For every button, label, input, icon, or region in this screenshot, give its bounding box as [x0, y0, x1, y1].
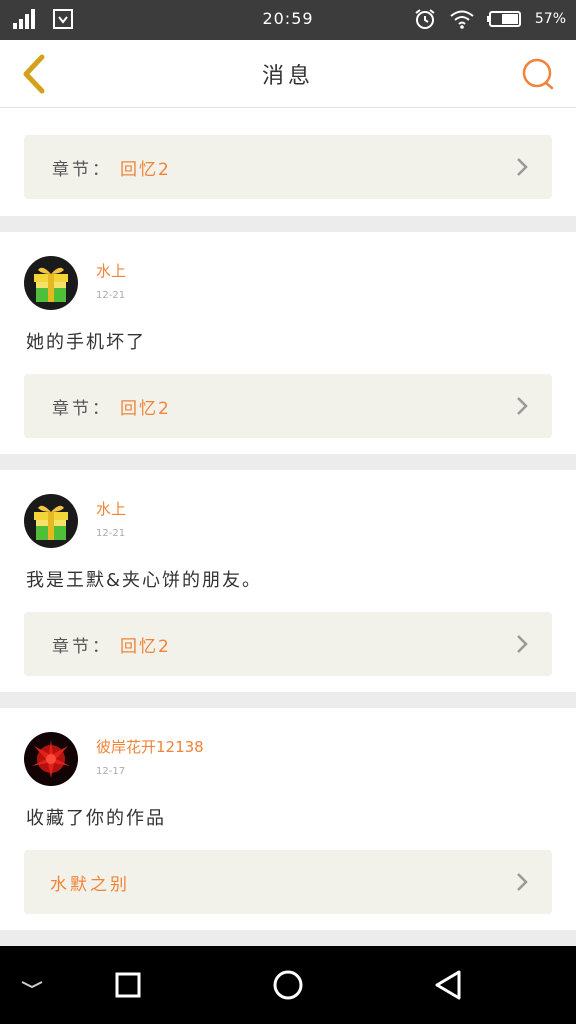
- message-card: 水上 12-21 她的手机坏了 章节： 回忆2: [0, 232, 576, 454]
- message-card: 章节： 回忆2: [0, 108, 576, 216]
- chapter-label: 章节：: [52, 399, 112, 419]
- back-nav-button[interactable]: [428, 965, 468, 1005]
- page-title: 消息: [261, 64, 314, 89]
- triangle-back-icon: [435, 970, 461, 1000]
- wifi-icon: [450, 10, 474, 29]
- chevron-down-icon: [21, 981, 43, 989]
- system-nav-bar: [0, 946, 576, 1024]
- status-right-icons: 57%: [413, 7, 566, 31]
- avatar[interactable]: [24, 732, 78, 786]
- username[interactable]: 水上: [96, 498, 126, 519]
- work-title: 水默之别: [50, 875, 130, 895]
- chapter-name: 回忆2: [120, 160, 171, 180]
- chevron-right-icon: [517, 397, 528, 415]
- gift-avatar-icon: [24, 494, 78, 548]
- message-text: 收藏了你的作品: [26, 808, 166, 829]
- home-button[interactable]: [268, 965, 308, 1005]
- chapter-label: 章节：: [52, 637, 112, 657]
- message-feed[interactable]: 章节： 回忆2 水上 12-21 她的手机坏了 章节： 回忆2 水上 12-21…: [0, 108, 576, 946]
- alarm-icon: [415, 9, 435, 29]
- message-date: 12-17: [96, 766, 126, 777]
- username[interactable]: 彼岸花开12138: [96, 736, 204, 757]
- battery-percent: 57%: [534, 11, 566, 27]
- chapter-name: 回忆2: [120, 399, 171, 419]
- chapter-link[interactable]: 章节： 回忆2: [24, 135, 552, 199]
- circle-icon: [273, 970, 303, 1000]
- message-text: 她的手机坏了: [26, 332, 146, 353]
- chevron-right-icon: [517, 635, 528, 653]
- work-link[interactable]: 水默之别: [24, 850, 552, 914]
- chapter-name: 回忆2: [120, 637, 171, 657]
- recents-button[interactable]: [108, 965, 148, 1005]
- chapter-link[interactable]: 章节： 回忆2: [24, 374, 552, 438]
- message-date: 12-21: [96, 528, 126, 539]
- message-date: 12-21: [96, 290, 126, 301]
- chevron-right-icon: [517, 873, 528, 891]
- app-header: 消息: [0, 40, 576, 108]
- message-card: 水上 12-21 我是王默&夹心饼的朋友。 章节： 回忆2: [0, 470, 576, 692]
- chapter-label: 章节：: [52, 160, 112, 180]
- chevron-right-icon: [517, 158, 528, 176]
- message-card: 彼岸花开12138 12-17 收藏了你的作品 水默之别: [0, 708, 576, 930]
- avatar[interactable]: [24, 494, 78, 548]
- status-bar: 20:59 57%: [0, 0, 576, 40]
- red-flower-avatar-icon: [24, 732, 78, 786]
- hide-nav-button[interactable]: [12, 965, 52, 1005]
- message-text: 我是王默&夹心饼的朋友。: [26, 570, 263, 591]
- chapter-link[interactable]: 章节： 回忆2: [24, 612, 552, 676]
- square-icon: [115, 972, 141, 998]
- battery-icon: [486, 11, 521, 27]
- search-icon: [522, 58, 554, 90]
- username[interactable]: 水上: [96, 260, 126, 281]
- avatar[interactable]: [24, 256, 78, 310]
- gift-avatar-icon: [24, 256, 78, 310]
- search-button[interactable]: [520, 56, 556, 92]
